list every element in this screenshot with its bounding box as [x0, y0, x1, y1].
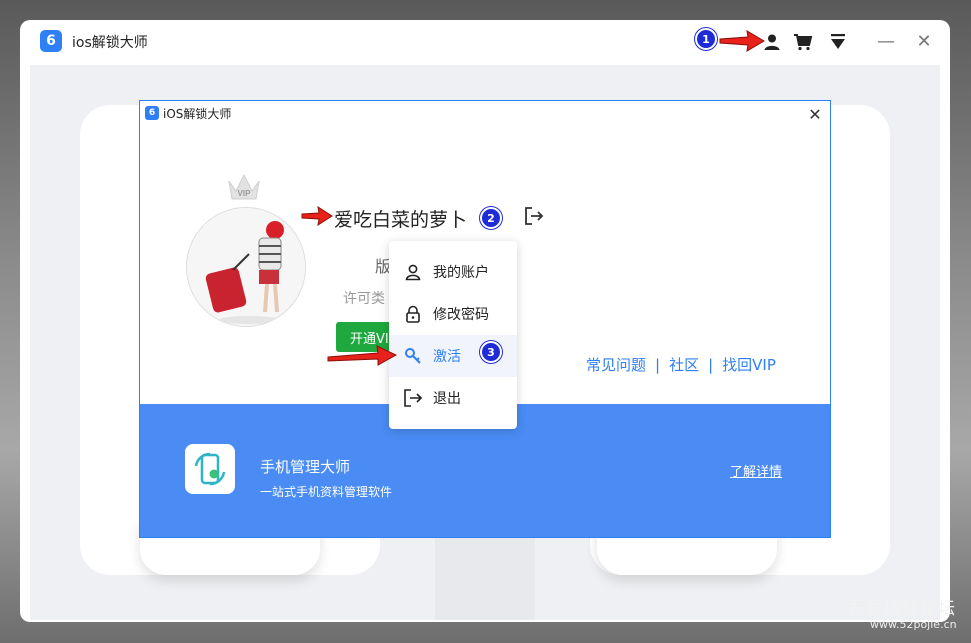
menu-dropdown-icon[interactable] [828, 32, 848, 52]
menu-item-label: 退出 [433, 391, 461, 407]
link-separator: | [655, 356, 661, 374]
app-logo-icon: 6 [40, 30, 62, 52]
vip-badge-text: VIP [238, 189, 252, 198]
username[interactable]: 爱吃白菜的萝卜 [334, 205, 467, 232]
user-icon [403, 262, 423, 282]
promo-title: 手机管理大师 [260, 458, 351, 476]
account-menu: 我的账户 修改密码 激活 退出 [389, 241, 517, 429]
phone-manager-app-icon [185, 444, 235, 494]
logout-icon[interactable] [523, 205, 545, 231]
annotation-badge-1: 1 [695, 28, 717, 50]
watermark-text: 吾爱破解论坛 [848, 599, 956, 619]
menu-item-label: 修改密码 [433, 307, 489, 323]
app-title: ios解锁大师 [72, 35, 148, 51]
close-button[interactable]: ✕ [913, 30, 935, 52]
recover-vip-link[interactable]: 找回VIP [722, 356, 776, 374]
license-label: 许可类 [343, 291, 385, 307]
help-links: 常见问题 | 社区 | 找回VIP [586, 354, 776, 375]
annotation-arrow-3 [327, 345, 398, 366]
menu-item-label: 我的账户 [433, 265, 489, 281]
dialog-logo-icon: 6 [145, 106, 159, 120]
lock-icon [403, 304, 423, 324]
community-link[interactable]: 社区 [669, 356, 699, 374]
logout-icon [403, 388, 423, 408]
minimize-button[interactable]: — [875, 30, 897, 52]
menu-caret [448, 232, 466, 241]
avatar[interactable] [186, 207, 306, 327]
annotation-badge-2: 2 [480, 207, 502, 229]
faq-link[interactable]: 常见问题 [586, 356, 646, 374]
main-titlebar: 6 ios解锁大师 — ✕ [20, 20, 950, 64]
learn-more-link[interactable]: 了解详情 [730, 461, 782, 480]
annotation-arrow-2 [301, 205, 333, 227]
key-icon [403, 346, 423, 366]
link-separator: | [708, 356, 714, 374]
promo-subtitle: 一站式手机资料管理软件 [260, 485, 393, 499]
menu-item-logout[interactable]: 退出 [389, 377, 517, 419]
menu-item-label: 激活 [433, 349, 461, 365]
menu-item-change-password[interactable]: 修改密码 [389, 293, 517, 335]
watermark-url: www.52pojie.cn [870, 618, 957, 631]
menu-item-my-account[interactable]: 我的账户 [389, 251, 517, 293]
annotation-badge-3: 3 [480, 341, 502, 363]
annotation-arrow-1 [719, 30, 765, 52]
dialog-close-button[interactable]: ✕ [804, 103, 826, 125]
vip-crown-icon: VIP [226, 171, 262, 209]
cart-icon[interactable] [793, 32, 813, 52]
dialog-title: iOS解锁大师 [163, 107, 232, 121]
